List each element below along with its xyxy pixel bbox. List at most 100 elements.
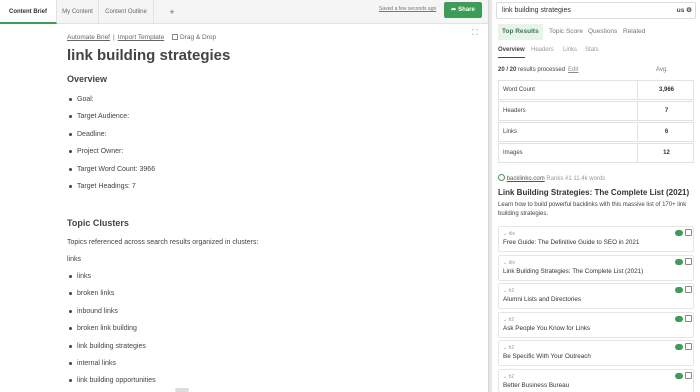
- result-words: 11.4k words: [573, 176, 606, 182]
- add-toggle-icon[interactable]: [675, 344, 683, 350]
- drag-drop-toggle[interactable]: Drag & Drop: [172, 34, 216, 41]
- list-item: links: [67, 268, 156, 285]
- copy-icon[interactable]: [685, 343, 692, 350]
- header-tag: ⌄ h2: [503, 373, 515, 380]
- editor-panel: Content Brief My Content Content Outline…: [0, 0, 488, 392]
- header-text: Link Building Strategies: The Complete L…: [503, 267, 644, 275]
- subtab-headers[interactable]: Headers: [531, 43, 554, 57]
- region-selector[interactable]: us ⚙: [677, 3, 692, 18]
- research-tabs: Top Results Topic Score Questions Relate…: [492, 24, 700, 40]
- list-item: link building opportunities: [67, 372, 156, 389]
- header-tag: ⌄ div: [503, 231, 515, 237]
- share-icon: ➦: [451, 7, 457, 13]
- tab-topic-score[interactable]: Topic Score: [549, 24, 583, 40]
- header-text: Alumni Lists and Directories: [503, 296, 582, 303]
- header-tag: ⌄ h2: [503, 288, 515, 294]
- add-toggle-icon[interactable]: [675, 258, 683, 265]
- list-item: Goal:: [67, 91, 155, 108]
- stat-value: 3,966: [637, 81, 695, 99]
- tab-content-outline[interactable]: Content Outline: [99, 0, 154, 24]
- editor-toolbar: Automate Brief | Import Template Drag & Dr…: [67, 34, 216, 41]
- header-text: Better Business Bureau: [503, 381, 570, 389]
- list-item[interactable]: ⌄ h2 Ask People You Know for Links: [498, 311, 694, 338]
- stat-value: 6: [637, 123, 695, 141]
- subtab-links[interactable]: Links: [563, 43, 577, 57]
- keyword-search-input[interactable]: link building strategies us ⚙: [496, 2, 696, 19]
- table-row: Headers 7: [498, 101, 694, 121]
- cluster-list: links broken links inbound links broken …: [67, 268, 156, 390]
- copy-icon[interactable]: [685, 286, 692, 293]
- stat-label: Headers: [503, 108, 526, 114]
- share-label: Share: [458, 7, 475, 13]
- result-domain-link[interactable]: backlinko.com: [507, 176, 545, 182]
- list-item: Target Headings: 7: [67, 178, 155, 195]
- edit-link[interactable]: Edit: [568, 67, 578, 73]
- region-label: us: [676, 7, 685, 14]
- copy-icon[interactable]: [685, 314, 692, 322]
- avg-label: Avg.: [656, 67, 668, 73]
- overview-heading: Overview: [67, 74, 108, 84]
- list-item: internal links: [67, 355, 156, 372]
- copy-icon[interactable]: [685, 371, 692, 379]
- copy-icon[interactable]: [685, 257, 692, 265]
- add-toggle-icon[interactable]: [675, 315, 683, 322]
- research-panel: link building strategies us ⚙ Top Result…: [492, 0, 700, 392]
- header-tag-label: div: [508, 259, 515, 266]
- list-item: inbound links: [67, 303, 156, 320]
- list-item[interactable]: ⌄ h2 Alumni Lists and Directories: [498, 283, 694, 309]
- list-item[interactable]: ⌄ div Link Building Strategies: The Compl…: [498, 254, 694, 281]
- add-toggle-icon[interactable]: [675, 287, 683, 293]
- tab-top-results[interactable]: Top Results: [498, 24, 543, 40]
- header-tag: ⌄ h2: [503, 316, 515, 323]
- list-item[interactable]: ⌄ h2 Better Business Bureau: [498, 368, 694, 392]
- header-text: Free Guide: The Definitive Guide to SEO …: [503, 239, 640, 246]
- stat-label: Images: [503, 150, 523, 156]
- add-toggle-icon[interactable]: [675, 230, 683, 236]
- header-tag-label: h2: [508, 345, 515, 351]
- result-source: backlinko.com Ranks #1 11.4k words: [498, 174, 605, 182]
- processed-text: results processed: [518, 67, 566, 73]
- automate-brief-link[interactable]: Automate Brief: [67, 34, 110, 41]
- header-list: ⌄ div Free Guide: The Definitive Guide to…: [498, 226, 694, 392]
- header-tag: ⌄ div: [503, 259, 515, 266]
- drag-drop-label: Drag & Drop: [180, 34, 217, 41]
- header-tag: ⌄ h2: [503, 345, 515, 351]
- topic-clusters-description: Topics referenced across search results …: [67, 239, 259, 246]
- table-row: Images 12: [498, 143, 694, 163]
- subtab-stats[interactable]: Stats: [585, 43, 599, 57]
- header-text: Ask People You Know for Links: [503, 324, 591, 332]
- stats-table: Word Count 3,966 Headers 7 Links 6 Images 12: [498, 80, 694, 164]
- list-item[interactable]: ⌄ div Free Guide: The Definitive Guide to…: [498, 226, 694, 252]
- add-tab-button[interactable]: +: [160, 0, 184, 24]
- cluster-name: links: [67, 256, 82, 263]
- subtab-overview[interactable]: Overview: [498, 43, 525, 58]
- list-item: Target Word Count: 3966: [67, 161, 155, 178]
- copy-icon[interactable]: [685, 229, 692, 236]
- gear-icon[interactable]: ⚙: [686, 7, 692, 14]
- app: Content Brief My Content Content Outline…: [0, 0, 700, 392]
- stat-value: 7: [637, 102, 695, 120]
- checkbox-icon: [172, 34, 178, 40]
- processed-count: 20 / 20: [498, 67, 517, 73]
- share-button[interactable]: ➦ Share: [444, 2, 482, 18]
- tab-content-brief[interactable]: Content Brief: [0, 0, 57, 24]
- overview-list: Goal: Target Audience: Deadline: Project…: [67, 91, 155, 195]
- scroll-handle[interactable]: [175, 388, 189, 392]
- tab-questions[interactable]: Questions: [588, 24, 617, 40]
- editor-tabbar: Content Brief My Content Content Outline…: [0, 0, 488, 24]
- result-subtabs: Overview Headers Links Stats: [492, 43, 700, 58]
- list-item[interactable]: ⌄ h2 Be Specific With Your Outreach: [498, 340, 694, 366]
- tab-my-content[interactable]: My Content: [57, 0, 99, 24]
- expand-icon[interactable]: ⛶: [472, 28, 478, 38]
- import-template-link[interactable]: Import Template: [118, 34, 164, 41]
- header-text: Be Specific With Your Outreach: [503, 353, 591, 360]
- result-rank: Ranks #1: [546, 176, 572, 182]
- topic-clusters-heading: Topic Clusters: [67, 218, 129, 228]
- saved-status[interactable]: Saved a few seconds ago: [379, 6, 436, 12]
- tab-related[interactable]: Related: [623, 24, 645, 40]
- document-title[interactable]: link building strategies: [67, 47, 230, 64]
- add-toggle-icon[interactable]: [675, 372, 683, 379]
- result-title[interactable]: Link Building Strategies: The Complete L…: [498, 188, 689, 197]
- list-item: Deadline:: [67, 126, 155, 143]
- keyword-value: link building strategies: [502, 7, 571, 14]
